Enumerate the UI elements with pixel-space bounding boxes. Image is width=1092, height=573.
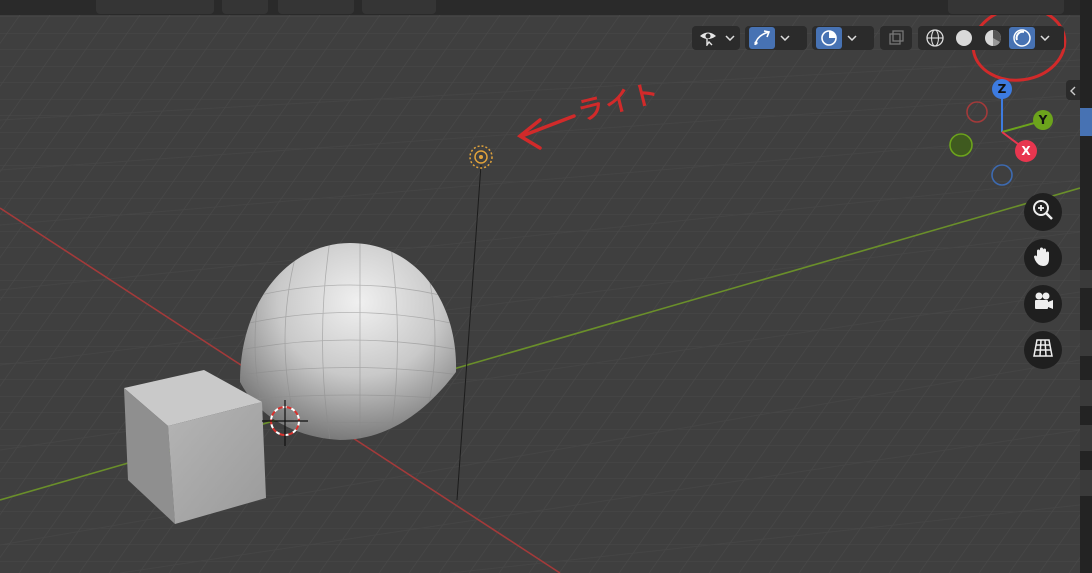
active-panel-tab[interactable] — [1080, 108, 1092, 136]
eye-pointer-icon — [696, 27, 720, 49]
grid-perspective-icon — [1031, 336, 1055, 364]
rendered-shading-icon[interactable] — [1009, 27, 1035, 49]
xray-toggle[interactable] — [880, 26, 912, 50]
ortho-perspective-button[interactable] — [1024, 331, 1062, 369]
solid-shading-icon[interactable] — [951, 27, 977, 49]
panel-tab[interactable] — [1080, 380, 1092, 406]
chevron-down-icon — [723, 27, 736, 49]
camera-view-button[interactable] — [1024, 285, 1062, 323]
chevron-down-icon — [1038, 27, 1052, 49]
sidebar-toggle[interactable] — [1066, 80, 1080, 100]
proportional-edit-dropdown[interactable] — [362, 0, 436, 14]
gizmo-z-label: Z — [998, 82, 1007, 96]
pivot-point-dropdown[interactable] — [222, 0, 268, 14]
chevron-down-icon — [778, 27, 792, 49]
chevron-down-icon — [845, 27, 859, 49]
gizmo-toggle-dropdown[interactable] — [745, 26, 807, 50]
options-dropdown[interactable] — [948, 0, 1064, 14]
gizmo-arrow-icon — [749, 27, 775, 49]
object-visibility-dropdown[interactable] — [692, 26, 740, 50]
viewport-scene: Z Y X — [0, 0, 1080, 573]
hand-icon — [1031, 244, 1055, 272]
gizmo-x-label: X — [1021, 144, 1031, 158]
shading-mode-group[interactable] — [918, 26, 1064, 50]
properties-panel-edge — [1080, 0, 1092, 573]
panel-tab[interactable] — [1080, 425, 1092, 451]
camera-icon — [1031, 290, 1055, 318]
material-preview-icon[interactable] — [980, 27, 1006, 49]
panel-tab[interactable] — [1080, 470, 1092, 496]
pan-button[interactable] — [1024, 239, 1062, 277]
panel-tab[interactable] — [1080, 270, 1092, 288]
gizmo-neg-y[interactable] — [949, 133, 973, 157]
gizmo-y-label: Y — [1038, 113, 1048, 127]
3d-viewport[interactable]: Z Y X ライト — [0, 0, 1080, 573]
zoom-button[interactable] — [1024, 193, 1062, 231]
xray-icon — [884, 27, 908, 49]
panel-tab[interactable] — [1080, 330, 1092, 356]
zoom-icon — [1031, 198, 1055, 226]
overlay-circle-icon — [816, 27, 842, 49]
snap-dropdown[interactable] — [278, 0, 354, 14]
chevron-left-icon — [1069, 81, 1077, 100]
overlay-dropdown[interactable] — [812, 26, 874, 50]
wireframe-shading-icon[interactable] — [922, 27, 948, 49]
transform-orientation-dropdown[interactable] — [96, 0, 214, 14]
top-header-strip — [0, 0, 1080, 15]
